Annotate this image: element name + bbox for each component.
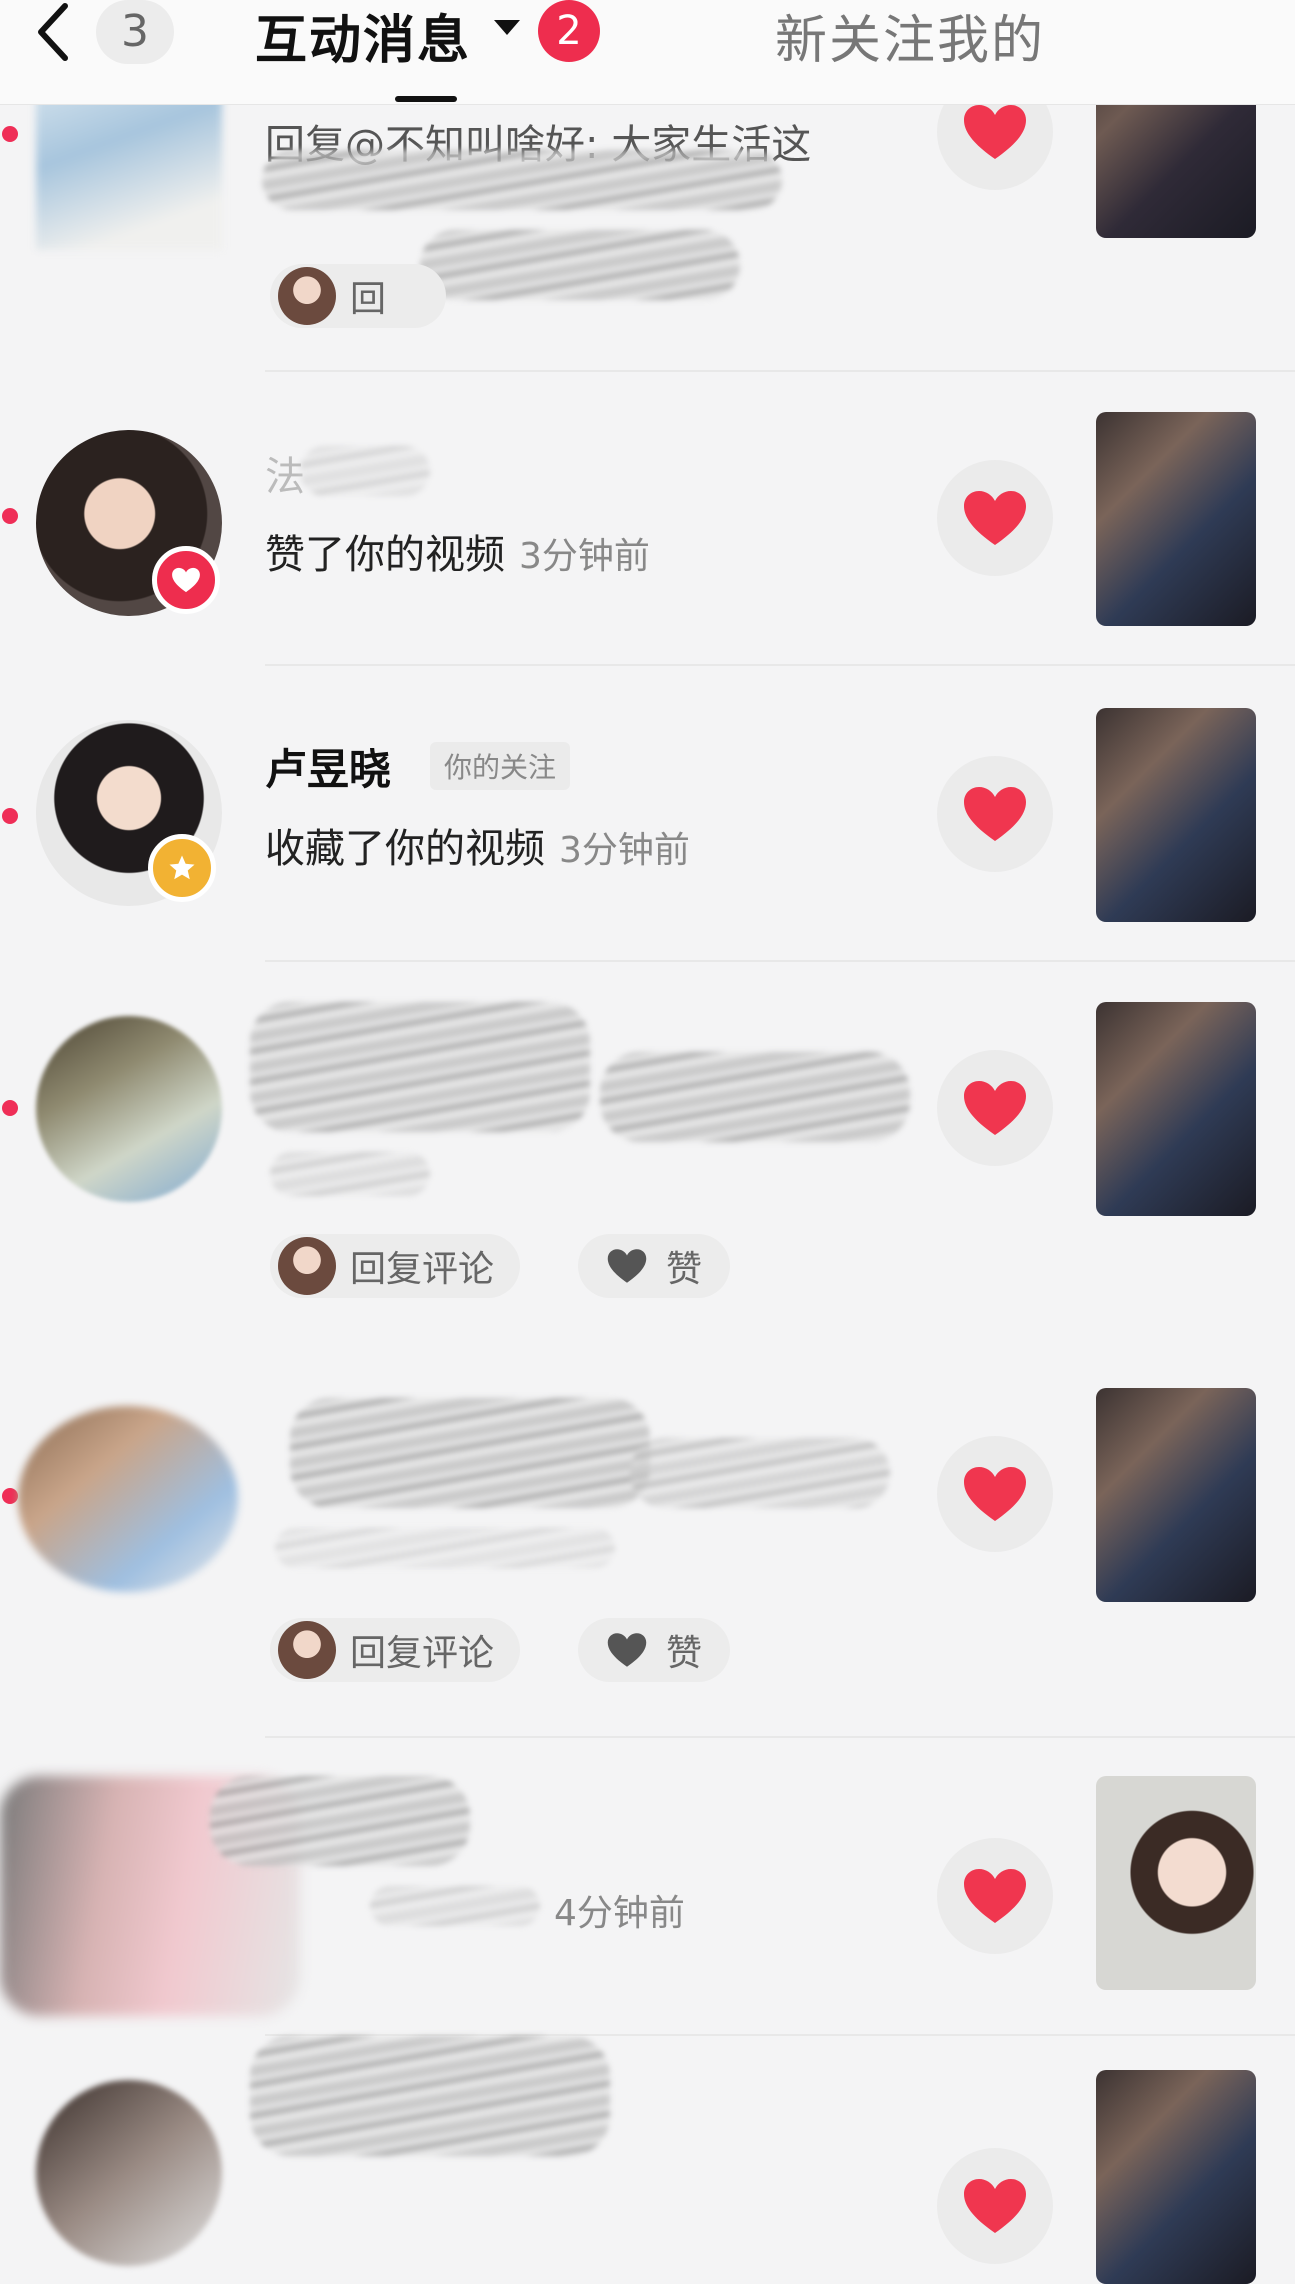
like-button[interactable] xyxy=(937,1436,1053,1552)
blurred-content xyxy=(290,1398,650,1508)
timestamp: 3分钟前 xyxy=(559,830,690,871)
avatar xyxy=(278,1621,336,1679)
reply-button[interactable]: 回 xyxy=(270,264,447,328)
blurred-content xyxy=(630,1438,890,1508)
heart-icon xyxy=(964,105,1026,159)
following-tag: 你的关注 xyxy=(430,742,571,790)
divider xyxy=(265,1736,1295,1738)
chevron-left-icon xyxy=(38,3,68,61)
active-tab-indicator xyxy=(395,96,457,102)
caret-down-icon[interactable] xyxy=(494,20,520,35)
unread-dot xyxy=(2,1488,18,1504)
like-button[interactable] xyxy=(937,756,1053,872)
blurred-content xyxy=(262,150,782,210)
heart-icon xyxy=(172,567,200,593)
unread-dot xyxy=(2,508,18,524)
blurred-content xyxy=(420,230,740,300)
heart-icon xyxy=(964,1081,1026,1135)
video-thumbnail[interactable] xyxy=(1096,2070,1256,2284)
heart-icon xyxy=(607,1249,647,1283)
notification-text: 赞了你的视频 3分钟前 xyxy=(265,522,650,580)
action-label: 赞了你的视频 xyxy=(265,532,505,578)
avatar xyxy=(278,267,336,325)
like-button[interactable] xyxy=(937,460,1053,576)
like-button[interactable] xyxy=(937,1050,1053,1166)
video-thumbnail[interactable] xyxy=(1096,412,1256,626)
timestamp: 3分钟前 xyxy=(519,536,650,577)
video-thumbnail[interactable] xyxy=(1096,1002,1256,1216)
reply-label: 回复评论 xyxy=(350,1249,495,1290)
list-item[interactable]: 4分钟前 xyxy=(0,1736,1295,2036)
like-label: 赞 xyxy=(666,1249,703,1290)
blurred-content xyxy=(600,1052,910,1142)
blurred-content xyxy=(370,1886,540,1926)
heart-icon xyxy=(607,1633,647,1667)
username[interactable]: 卢昱晓 xyxy=(265,736,391,797)
timestamp: 4分钟前 xyxy=(554,1893,685,1934)
tab-interactions[interactable]: 互动消息 xyxy=(255,0,471,73)
like-button[interactable] xyxy=(937,1838,1053,1954)
avatar xyxy=(278,1237,336,1295)
video-thumbnail[interactable] xyxy=(1096,1776,1256,1990)
back-button[interactable] xyxy=(28,2,78,62)
list-item[interactable]: 卢昱晓 你的关注 收藏了你的视频 3分钟前 xyxy=(0,666,1295,962)
reply-button[interactable]: 回复评论 xyxy=(270,1618,521,1682)
unread-badge: 2 xyxy=(538,0,600,62)
like-comment-button[interactable]: 赞 xyxy=(578,1234,731,1298)
list-item[interactable]: 回复评论 赞 xyxy=(0,1348,1295,1736)
notification-text: 收藏了你的视频 3分钟前 xyxy=(265,816,690,874)
blurred-content xyxy=(250,1002,590,1132)
heart-icon xyxy=(964,491,1026,545)
heart-icon xyxy=(964,1869,1026,1923)
top-nav-bar: 3 互动消息 2 新关注我的 xyxy=(0,0,1295,104)
heart-icon xyxy=(964,787,1026,841)
tab-new-followers[interactable]: 新关注我的 xyxy=(775,0,1045,73)
list-item[interactable]: 法 赞了你的视频 3分钟前 xyxy=(0,372,1295,666)
like-label: 赞 xyxy=(666,1633,703,1674)
reply-label: 回复评论 xyxy=(350,1633,495,1674)
blurred-content xyxy=(250,2036,610,2156)
list-item[interactable]: 回复评论 赞 xyxy=(0,962,1295,1348)
avatar[interactable] xyxy=(36,2080,222,2266)
blurred-content xyxy=(300,446,430,496)
video-thumbnail[interactable] xyxy=(1096,708,1256,922)
username: 法 xyxy=(265,454,305,500)
like-comment-button[interactable]: 赞 xyxy=(578,1618,731,1682)
heart-icon xyxy=(964,1467,1026,1521)
heart-icon xyxy=(964,2179,1026,2233)
reply-label: 回 xyxy=(350,279,387,320)
blurred-content xyxy=(210,1776,470,1866)
unread-dot xyxy=(2,1100,18,1116)
blurred-content xyxy=(270,1152,430,1196)
unread-dot xyxy=(2,126,18,142)
unread-dot xyxy=(2,808,18,824)
star-icon xyxy=(169,855,195,880)
star-badge xyxy=(148,834,216,902)
like-badge xyxy=(152,546,220,614)
like-button[interactable] xyxy=(937,2148,1053,2264)
video-thumbnail[interactable] xyxy=(1096,1388,1256,1602)
list-item[interactable] xyxy=(0,2036,1295,2284)
back-unread-count[interactable]: 3 xyxy=(96,0,174,64)
reply-button[interactable]: 回复评论 xyxy=(270,1234,521,1298)
avatar[interactable] xyxy=(18,1406,238,1592)
blurred-content xyxy=(275,1528,615,1568)
notification-text: 4分钟前 xyxy=(540,1884,685,1936)
avatar[interactable] xyxy=(36,1016,222,1202)
action-label: 收藏了你的视频 xyxy=(265,826,545,872)
